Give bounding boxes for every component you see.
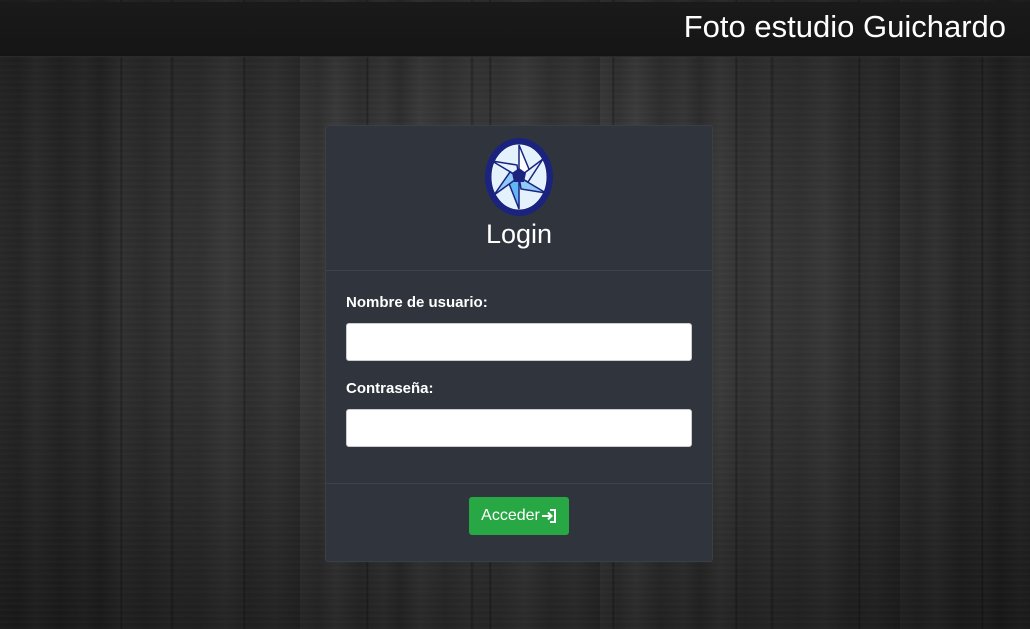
top-navbar: Foto estudio Guichardo — [0, 2, 1030, 57]
submit-button-label: Acceder — [481, 507, 540, 524]
login-submit-button[interactable]: Acceder — [469, 497, 569, 535]
brand-title[interactable]: Foto estudio Guichardo — [684, 8, 1006, 46]
login-title: Login — [485, 219, 553, 249]
username-input[interactable] — [346, 323, 692, 361]
password-input[interactable] — [346, 409, 692, 447]
camera-aperture-icon — [485, 138, 553, 216]
login-card-header: Login — [326, 126, 712, 271]
sign-in-icon — [541, 509, 556, 523]
password-label: Contraseña: — [346, 380, 434, 397]
login-card: Login Nombre de usuario: Contraseña: Acc… — [325, 125, 713, 562]
login-card-footer: Acceder — [326, 483, 712, 561]
username-label: Nombre de usuario: — [346, 294, 488, 311]
